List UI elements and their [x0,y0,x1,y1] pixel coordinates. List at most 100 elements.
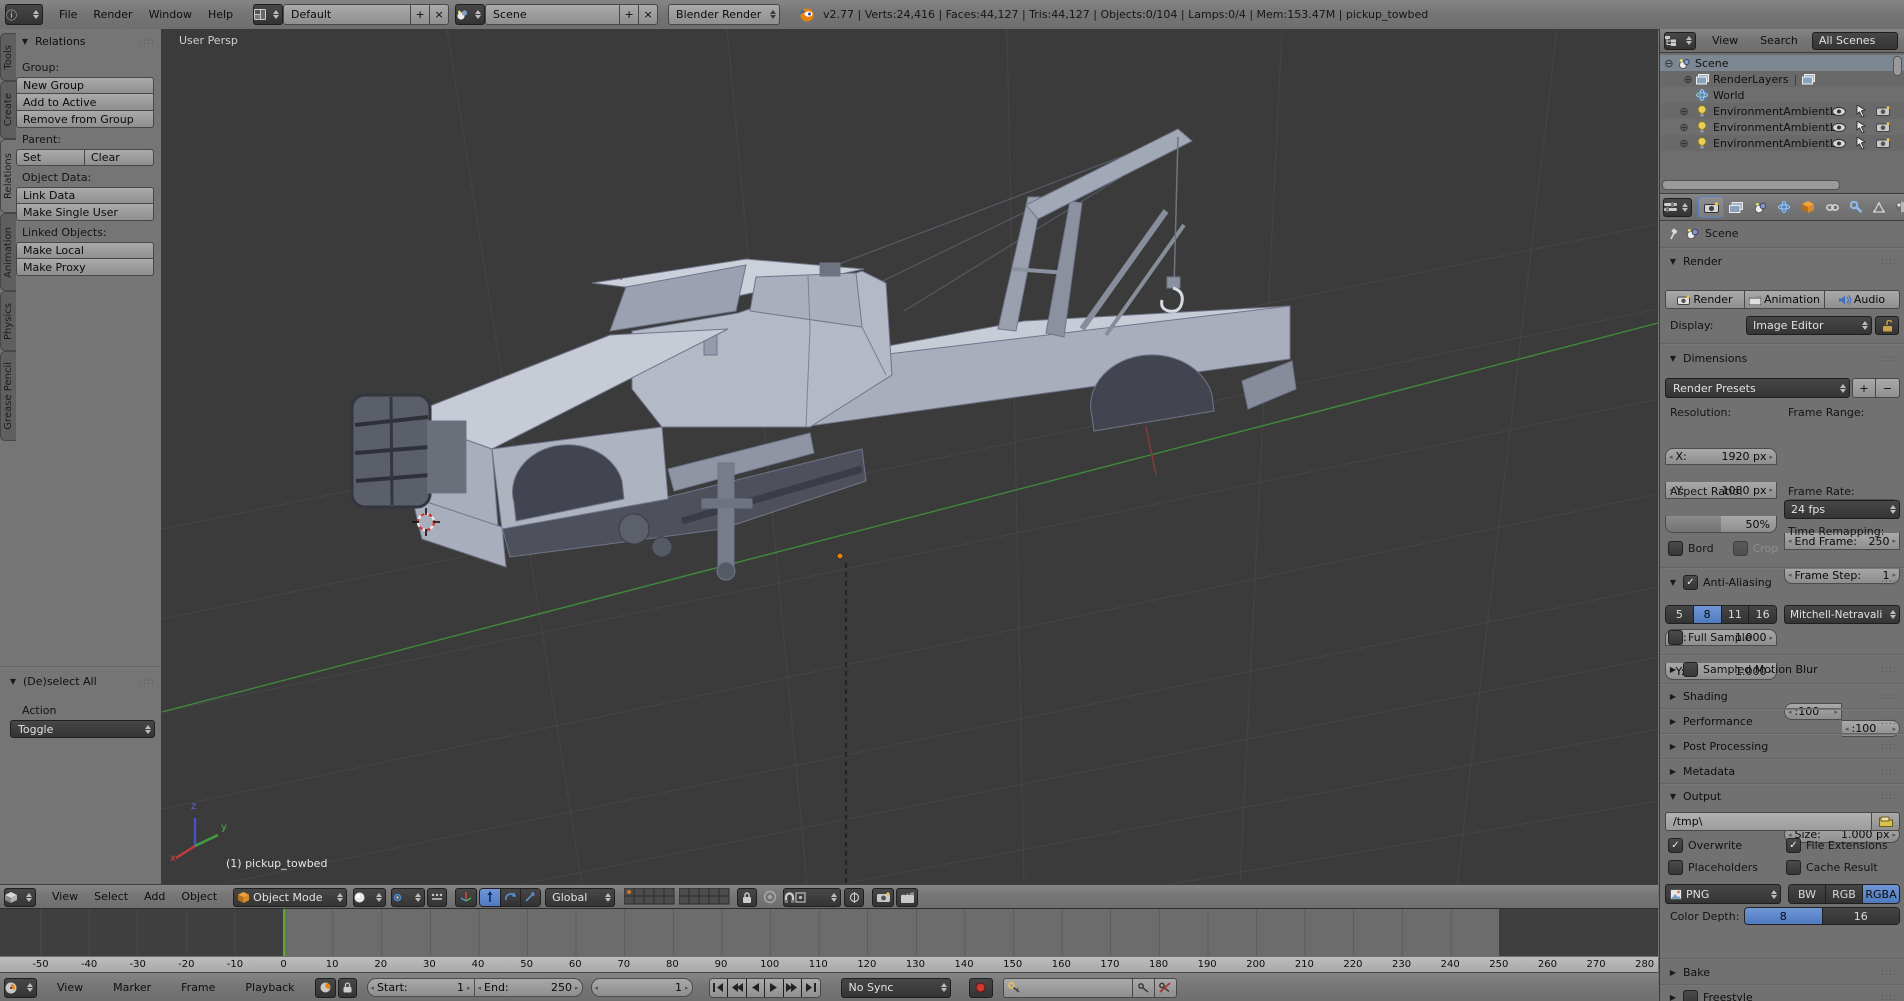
tab-scene[interactable] [1748,196,1772,218]
outliner-menu-search[interactable]: Search [1752,30,1806,52]
full-sample-checkbox[interactable] [1668,630,1683,645]
keying-set-field[interactable] [1003,978,1133,998]
dimensions-panel-header[interactable]: ▼Dimensions [1668,352,1897,365]
outliner-row-scene[interactable]: ⊖ Scene [1660,55,1904,71]
scene-icon-button[interactable] [455,4,485,25]
jump-to-start-button[interactable] [710,979,729,997]
end-frame-field[interactable]: ◂End:250▸ [475,978,583,997]
post-processing-header[interactable]: ▶Post Processing [1668,740,1897,753]
snap-peel-toggle[interactable] [844,888,864,907]
outliner-vscrollbar[interactable] [1893,56,1902,76]
add-to-active-button[interactable]: Add to Active [16,94,154,111]
prev-keyframe-button[interactable] [728,979,747,997]
panel-drag-dots-icon[interactable] [1881,993,1897,1001]
display-lock-button[interactable] [1875,316,1899,335]
transform-orientation-select[interactable]: Global [545,888,615,907]
tab-constraints[interactable] [1820,196,1844,218]
freestyle-header[interactable]: ▶ Freestyle [1668,990,1897,1001]
editor-type-properties-button[interactable] [1663,198,1692,217]
shelf-tab-physics[interactable]: Physics [0,291,16,351]
action-select[interactable]: Toggle [10,720,155,738]
current-frame-line[interactable] [283,909,285,956]
layers-grid-1[interactable] [624,888,676,906]
screen-layout-add-button[interactable]: + [411,4,430,25]
timeline-track[interactable]: -50-40-30-20-100102030405060708090100110… [0,908,1658,973]
sync-mode-select[interactable]: No Sync [841,978,951,998]
tab-data[interactable] [1868,196,1890,218]
delete-keyframe-button[interactable] [1155,978,1177,998]
pivot-point-select[interactable] [391,888,425,907]
viewport-3d[interactable]: z y x User Persp (1) pickup_towbed [162,29,1658,884]
tl-menu-playback[interactable]: Playback [237,977,302,999]
menu-file[interactable]: File [51,4,85,26]
border-checkbox[interactable] [1668,541,1683,556]
expand-icon[interactable]: ⊕ [1678,121,1690,134]
file-extensions-checkbox[interactable]: ✓ [1786,838,1801,853]
render-presets-select[interactable]: Render Presets [1665,378,1850,398]
sampled-motion-blur-header[interactable]: ▶ Sampled Motion Blur [1668,662,1897,677]
aa-samples-11[interactable]: 11 [1722,606,1750,623]
render-panel-header[interactable]: ▼Render [1668,255,1897,268]
screen-layout-icon-button[interactable] [253,4,283,25]
outliner-row-lamp-2[interactable]: ⊕ EnvironmentAmbientLi [1660,119,1904,135]
frame-rate-select[interactable]: 24 fps [1784,500,1900,519]
v3d-menu-select[interactable]: Select [86,886,136,908]
tab-render-layers[interactable] [1724,196,1748,218]
visibility-eye-icon[interactable] [1832,107,1846,116]
shelf-tab-grease-pencil[interactable]: Grease Pencil [0,351,16,441]
play-button[interactable] [765,979,784,997]
opengl-render-anim-button[interactable] [896,888,918,907]
shelf-tab-create[interactable]: Create [0,81,16,139]
display-select[interactable]: Image Editor [1746,316,1872,335]
audio-button[interactable]: Audio [1825,290,1900,309]
layers-grid-2[interactable] [679,888,731,906]
parent-clear-button[interactable]: Clear [85,149,154,166]
breadcrumb-scene-label[interactable]: Scene [1705,227,1739,240]
render-engine-select[interactable]: Blender Render [668,4,780,25]
renderability-camera-icon[interactable] [1876,138,1890,148]
v3d-menu-object[interactable]: Object [173,886,225,908]
outliner-filter-select[interactable]: All Scenes [1812,32,1898,50]
depth-16[interactable]: 16 [1823,908,1900,924]
expand-icon[interactable]: ⊕ [1682,73,1694,86]
link-data-button[interactable]: Link Data [16,187,154,204]
lock-time-toggle[interactable] [338,978,357,998]
panel-drag-dots-icon[interactable] [1881,354,1897,364]
render-button[interactable]: Render [1665,290,1745,309]
tl-menu-marker[interactable]: Marker [105,977,159,999]
bake-header[interactable]: ▶Bake [1668,966,1897,979]
output-path-field[interactable]: /tmp\ [1665,812,1872,831]
overwrite-checkbox[interactable]: ✓ [1668,838,1683,853]
crop-checkbox[interactable] [1733,541,1748,556]
menu-window[interactable]: Window [141,4,200,26]
new-group-button[interactable]: New Group [16,77,154,94]
editor-type-timeline-button[interactable] [4,978,37,998]
next-keyframe-button[interactable] [784,979,803,997]
truck-model[interactable] [352,129,1296,580]
scene-add-button[interactable]: + [620,4,639,25]
viewport-shading-select[interactable] [353,888,386,907]
scene-name-field[interactable]: Scene [485,4,620,25]
metadata-header[interactable]: ▶Metadata [1668,765,1897,778]
outliner-row-lamp-3[interactable]: ⊕ EnvironmentAmbientLi [1660,135,1904,151]
aa-samples-16[interactable]: 16 [1749,606,1776,623]
v3d-menu-view[interactable]: View [44,886,86,908]
panel-drag-dots-icon[interactable] [1881,968,1897,978]
manip-translate-button[interactable] [480,889,500,906]
shelf-tab-animation[interactable]: Animation [0,213,16,291]
tab-world[interactable] [1772,196,1796,218]
selectability-cursor-icon[interactable] [1856,137,1866,149]
outliner-row-world[interactable]: World [1660,87,1904,103]
scene-close-button[interactable]: × [639,4,658,25]
resolution-scale-slider[interactable]: 50% [1665,516,1777,533]
editor-type-3d-button[interactable] [4,888,36,907]
screen-layout-field[interactable]: Default [283,4,411,25]
shelf-tab-relations[interactable]: Relations [0,139,16,213]
tl-menu-frame[interactable]: Frame [173,977,223,999]
outliner-row-renderlayers[interactable]: ⊕ RenderLayers | [1660,71,1904,87]
insert-keyframe-button[interactable] [1133,978,1155,998]
output-browse-button[interactable] [1872,812,1900,831]
resolution-x-field[interactable]: ◂X:1920 px▸ [1665,448,1777,465]
pin-icon[interactable] [1668,228,1680,240]
play-reverse-button[interactable] [747,979,766,997]
